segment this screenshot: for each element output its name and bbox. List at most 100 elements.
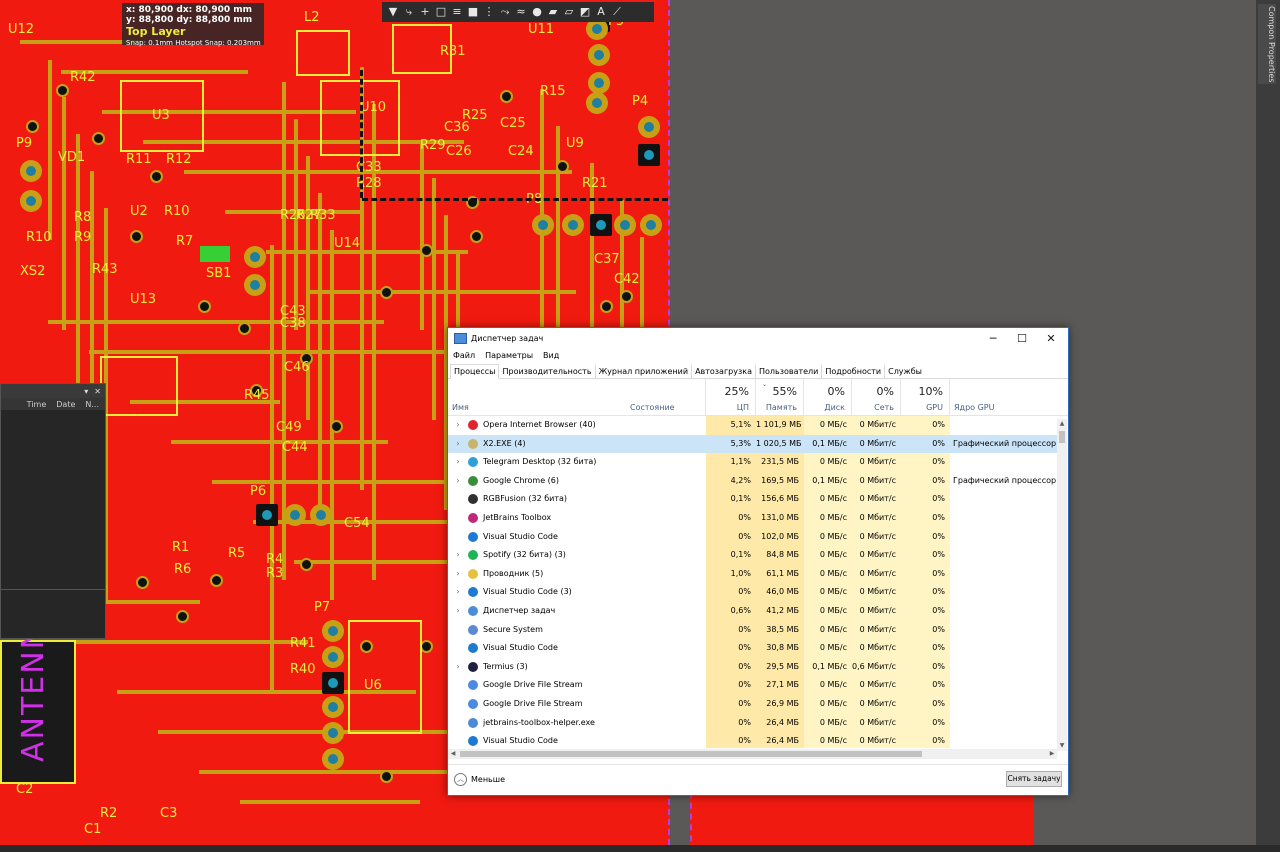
diff-pair-icon[interactable]: ≈ bbox=[514, 5, 528, 19]
col-gpu-header[interactable]: 10% GPU bbox=[901, 379, 950, 415]
properties-panel-tab[interactable]: Properties bbox=[1258, 40, 1276, 85]
panel-menu-icon[interactable]: ▾ bbox=[84, 387, 88, 396]
table-row[interactable]: Google Drive File Stream 0% 27,1 МБ 0 МБ/с 0… bbox=[448, 676, 1058, 695]
table-row[interactable]: › Visual Studio Code (3) 0% 46,0 МБ 0 МБ/с 0 … bbox=[448, 583, 1058, 602]
title-bar[interactable]: Диспетчер задач ─ ☐ ✕ bbox=[448, 328, 1068, 348]
copper-trace[interactable] bbox=[76, 134, 80, 420]
component-outline[interactable] bbox=[348, 620, 422, 734]
col-name-header[interactable]: Имя bbox=[448, 379, 626, 415]
copper-trace[interactable] bbox=[282, 82, 286, 580]
table-row[interactable]: › Telegram Desktop (32 бита) 1,1% 231,5 МБ 0… bbox=[448, 453, 1058, 472]
col-disk-header[interactable]: 0% Диск bbox=[804, 379, 852, 415]
copper-trace[interactable] bbox=[240, 800, 420, 804]
copper-trace[interactable] bbox=[266, 250, 468, 254]
copper-trace[interactable] bbox=[48, 60, 52, 240]
fill-icon[interactable]: ▰ bbox=[546, 5, 560, 19]
pcb-pad[interactable] bbox=[244, 246, 266, 268]
pcb-pad[interactable] bbox=[284, 504, 306, 526]
pcb-via[interactable] bbox=[198, 300, 211, 313]
chevron-right-icon[interactable]: › bbox=[454, 658, 462, 677]
pcb-pad[interactable] bbox=[588, 44, 610, 66]
table-row[interactable]: Visual Studio Code 0% 30,8 МБ 0 МБ/с 0 Мбит/… bbox=[448, 639, 1058, 658]
vertical-scrollbar[interactable]: ▲ ▼ bbox=[1057, 419, 1067, 751]
tab-users[interactable]: Пользователи bbox=[754, 364, 822, 378]
pcb-pad[interactable] bbox=[614, 214, 636, 236]
table-row[interactable]: Visual Studio Code 0% 102,0 МБ 0 МБ/с 0 Мбит… bbox=[448, 527, 1058, 547]
chevron-right-icon[interactable]: › bbox=[454, 602, 462, 621]
component-outline[interactable] bbox=[100, 356, 178, 416]
horizontal-scroll-thumb[interactable] bbox=[460, 751, 922, 757]
end-task-button[interactable]: Снять задачу bbox=[1006, 771, 1062, 787]
chevron-right-icon[interactable]: › bbox=[454, 472, 462, 491]
col-time[interactable]: Time bbox=[27, 400, 47, 409]
pcb-via[interactable] bbox=[380, 286, 393, 299]
table-row[interactable]: Google Drive File Stream 0% 26,9 МБ 0 МБ/с 0… bbox=[448, 695, 1058, 714]
col-cpu-header[interactable]: 25% ЦП bbox=[706, 379, 756, 415]
copper-trace[interactable] bbox=[171, 440, 388, 444]
interactive-route-icon[interactable]: ⤳ bbox=[498, 5, 512, 19]
menu-options[interactable]: Параметры bbox=[485, 351, 533, 360]
pcb-via[interactable] bbox=[238, 322, 251, 335]
copper-trace[interactable] bbox=[76, 640, 308, 644]
tab-startup[interactable]: Автозагрузка bbox=[691, 364, 756, 378]
pcb-pad[interactable] bbox=[310, 504, 332, 526]
copper-trace[interactable] bbox=[270, 245, 274, 690]
pcb-via[interactable] bbox=[56, 84, 69, 97]
table-row[interactable]: Visual Studio Code 0% 26,4 МБ 0 МБ/с 0 Мбит/… bbox=[448, 732, 1058, 748]
copper-trace[interactable] bbox=[330, 230, 334, 600]
pcb-pad[interactable] bbox=[562, 214, 584, 236]
pcb-via[interactable] bbox=[210, 574, 223, 587]
via-icon[interactable]: ● bbox=[530, 5, 544, 19]
pcb-via[interactable] bbox=[380, 770, 393, 783]
table-row[interactable]: jetbrains-toolbox-helper.exe 0% 26,4 МБ 0 М… bbox=[448, 713, 1058, 733]
route-icon[interactable]: ⤷ bbox=[402, 5, 416, 19]
table-row[interactable]: RGBFusion (32 бита) 0,1% 156,6 МБ 0 МБ/с 0 М… bbox=[448, 490, 1058, 509]
pcb-via[interactable] bbox=[92, 132, 105, 145]
tab-performance[interactable]: Производительность bbox=[498, 364, 595, 378]
pcb-pad[interactable] bbox=[322, 672, 344, 694]
menu-view[interactable]: Вид bbox=[543, 351, 559, 360]
pcb-board-secondary[interactable] bbox=[690, 792, 1034, 852]
chevron-right-icon[interactable]: › bbox=[454, 546, 462, 565]
table-row[interactable]: › Диспетчер задач 0,6% 41,2 МБ 0 МБ/с 0 Мбит/… bbox=[448, 602, 1058, 621]
chevron-right-icon[interactable]: › bbox=[454, 565, 462, 584]
table-row[interactable]: › X2.EXE (4) 5,3% 1 020,5 МБ 0,1 МБ/с 0 Мбит/… bbox=[448, 434, 1058, 454]
chevron-right-icon[interactable]: › bbox=[454, 453, 462, 472]
sb1-component[interactable] bbox=[200, 246, 230, 262]
pcb-pad[interactable] bbox=[532, 214, 554, 236]
scroll-left-icon[interactable]: ◀ bbox=[448, 749, 458, 759]
tab-services[interactable]: Службы bbox=[884, 364, 926, 378]
copper-trace[interactable] bbox=[62, 97, 66, 330]
col-memory-header[interactable]: ⌄ 55% Память bbox=[756, 379, 804, 415]
col-network-header[interactable]: 0% Сеть bbox=[852, 379, 901, 415]
pcb-pad[interactable] bbox=[20, 160, 42, 182]
pcb-via[interactable] bbox=[556, 160, 569, 173]
pcb-via[interactable] bbox=[26, 120, 39, 133]
table-row[interactable]: › Termius (3) 0% 29,5 МБ 0,1 МБ/с 0,6 Мбит/с 0… bbox=[448, 657, 1058, 677]
text-icon[interactable]: A bbox=[594, 5, 608, 19]
chevron-right-icon[interactable]: › bbox=[454, 435, 462, 454]
place-component-icon[interactable]: ■ bbox=[466, 5, 480, 19]
polygon-icon[interactable]: ▱ bbox=[562, 5, 576, 19]
table-row[interactable]: › Проводник (5) 1,0% 61,1 МБ 0 МБ/с 0 Мбит/с 0… bbox=[448, 564, 1058, 584]
minimize-button[interactable]: ─ bbox=[978, 328, 1008, 348]
align-icon[interactable]: ≡ bbox=[450, 5, 464, 19]
col-gpu-engine-header[interactable]: Ядро GPU bbox=[950, 379, 1058, 415]
pcb-via[interactable] bbox=[330, 420, 343, 433]
grid-icon[interactable]: ⋮ bbox=[482, 5, 496, 19]
pcb-pad[interactable] bbox=[586, 92, 608, 114]
add-icon[interactable]: + bbox=[418, 5, 432, 19]
panel-close-icon[interactable]: ✕ bbox=[94, 387, 101, 396]
table-row[interactable]: › Spotify (32 бита) (3) 0,1% 84,8 МБ 0 МБ/с 0… bbox=[448, 546, 1058, 565]
copper-trace[interactable] bbox=[306, 156, 310, 420]
pcb-via[interactable] bbox=[600, 300, 613, 313]
chevron-right-icon[interactable]: › bbox=[454, 416, 462, 435]
pcb-via[interactable] bbox=[470, 230, 483, 243]
chevron-right-icon[interactable]: › bbox=[454, 583, 462, 602]
pcb-via[interactable] bbox=[136, 576, 149, 589]
pcb-pad[interactable] bbox=[322, 646, 344, 668]
layer-tabs-bar[interactable] bbox=[0, 845, 1280, 852]
filter-icon[interactable]: ▼ bbox=[386, 5, 400, 19]
pcb-via[interactable] bbox=[620, 290, 633, 303]
pcb-via[interactable] bbox=[130, 230, 143, 243]
